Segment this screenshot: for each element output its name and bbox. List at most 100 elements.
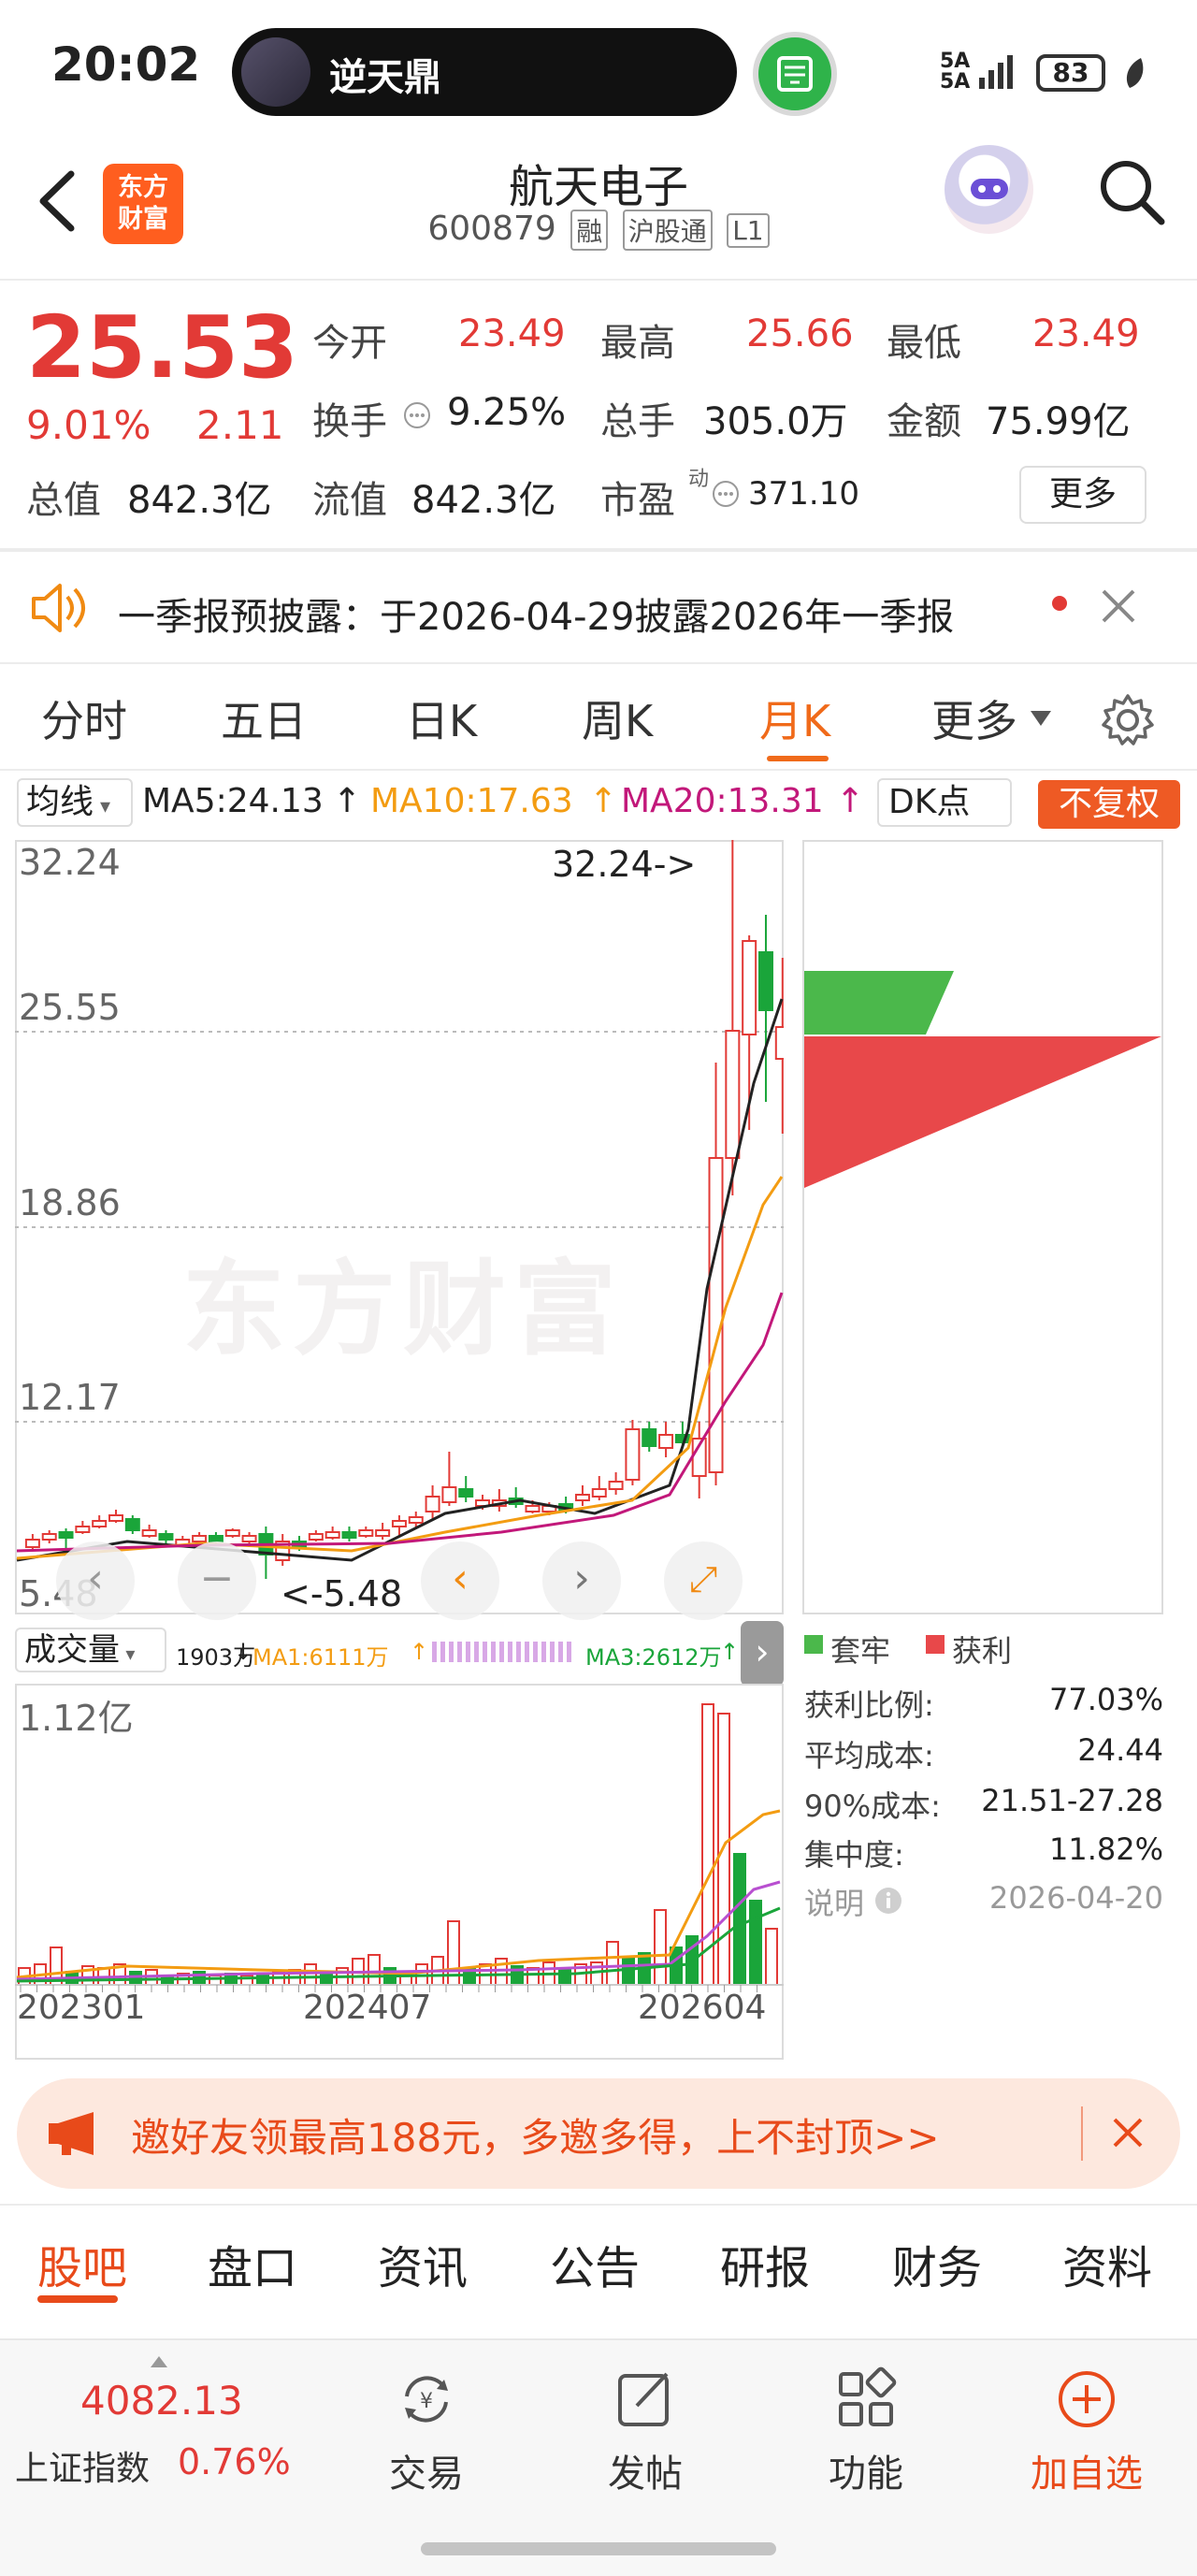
leaf-icon [1126,58,1144,88]
scroll-right-button[interactable]: › [542,1541,621,1620]
tab-research[interactable]: 研报 [720,2231,810,2296]
fullscreen-button[interactable]: ⤢ [664,1541,743,1620]
tag-level: L1 [727,212,770,248]
tab-more[interactable]: 更多 [931,687,1017,749]
candle-body-35 [608,1481,624,1490]
candle-body-24 [425,1496,440,1512]
tab-financials[interactable]: 财务 [892,2231,982,2296]
vol-ma2-placeholder [432,1642,572,1662]
tab-daily-k[interactable]: 日K [406,687,477,749]
grid-icon [839,2366,897,2426]
stat-label-amount: 金额 [887,400,961,443]
volume-indicator-selector[interactable]: 成交量 ▾ [15,1628,166,1672]
dk-point-selector[interactable]: DK点 [877,778,1012,827]
volume-next-indicator-button[interactable]: › [741,1621,784,1686]
x-label-2: 202407 [303,1989,432,2027]
scroll-left-button[interactable]: ‹ [421,1541,499,1620]
max-marker: 32.24-> [552,844,697,885]
tab-announcements[interactable]: 公告 [550,2231,640,2296]
stat-label-mktcap: 总值 [26,479,101,522]
stat-label-pe: 市盈 [600,479,675,522]
app-shortcut-icon[interactable] [753,32,837,116]
search-icon[interactable] [1094,154,1169,229]
nav-functions-label: 功能 [829,2453,903,2496]
home-indicator[interactable] [421,2542,776,2555]
legend-profit-swatch [926,1635,945,1654]
candle-body-3 [75,1526,91,1533]
signal-indicator: 5A 5A [940,51,970,93]
candle-body-25 [441,1486,457,1503]
no-adjust-button[interactable]: 不复权 [1038,780,1180,829]
info-icon[interactable] [873,1886,903,1916]
notice-divider [0,662,1197,664]
volume-bar-22 [368,1954,381,1986]
legend-profit-label: 获利 [952,1633,1013,1669]
index-name[interactable]: 上证指数 [15,2441,150,2490]
volume-bar-34 [558,1967,571,1986]
promo-text[interactable]: 邀好友领最高188元，多邀多得，上不封顶>> [131,2106,940,2164]
change-percent: 9.01% [26,402,151,448]
tab-five-day[interactable]: 五日 [221,687,307,749]
volume-bar-43 [701,1703,714,1986]
assistant-robot-icon[interactable] [945,145,1033,234]
y-label-1: 32.24 [19,842,121,883]
y-label-3: 18.86 [19,1182,121,1223]
zoom-minus-button[interactable]: − [178,1541,256,1620]
notice-unread-dot [1052,596,1067,611]
signal-bottom: 5A [940,70,971,94]
nav-trade[interactable]: ¥ 交易 [352,2366,501,2497]
pill-title: 逆天鼎 [329,56,441,99]
add-circle-icon [1059,2371,1115,2427]
more-quote-button[interactable]: 更多 [1019,466,1147,524]
change-amount: 2.11 [196,402,284,448]
tab-intraday[interactable]: 分时 [41,687,127,749]
zoom-out-button[interactable]: ‹ [56,1541,135,1620]
chip-distribution-panel[interactable] [802,840,1163,1614]
tab-order-book[interactable]: 盘口 [208,2231,297,2296]
chip-profit-area [804,1036,1161,1188]
chip-date: 2026-04-20 [989,1880,1163,1916]
candle-body-22 [391,1520,407,1527]
x-label-3: 202604 [638,1989,767,2027]
tab-news[interactable]: 资讯 [378,2231,468,2296]
tab-profile[interactable]: 资料 [1062,2231,1152,2296]
candle-body-5 [108,1514,123,1522]
info-dots-icon[interactable] [711,479,741,509]
promo-close-icon[interactable] [1111,2116,1145,2149]
avg-cost-label: 平均成本: [804,1738,934,1773]
nav-functions[interactable]: 功能 [791,2366,941,2497]
ma10-value: MA10:17.63 [370,782,573,820]
chip-hold-area [804,971,954,1035]
now-playing-pill[interactable]: 逆天鼎 [232,28,737,116]
kline-chart[interactable] [15,840,784,1614]
nav-post[interactable]: 发帖 [570,2366,720,2497]
ma20-arrow: ↑ [836,782,865,820]
legend-hold-label: 套牢 [830,1633,891,1669]
tab-forum[interactable]: 股吧 [37,2231,127,2296]
tab-weekly-k[interactable]: 周K [582,687,653,749]
y-label-4: 12.17 [19,1377,121,1418]
indicator-selector[interactable]: 均线 ▾ [17,778,133,827]
stat-value-low: 23.49 [1032,312,1140,355]
gear-icon[interactable] [1098,690,1158,750]
header-divider [0,279,1197,281]
notice-text[interactable]: 一季报预披露：于2026-04-29披露2026年一季报 [118,586,954,641]
dk-point-label: DK点 [888,783,971,821]
up-caret-icon [151,2356,167,2367]
stat-value-pe: 371.10 [748,475,859,513]
tab-monthly-k[interactable]: 月K [759,687,830,749]
stat-value-float: 842.3亿 [411,479,556,522]
explain-label[interactable]: 说明 [804,1880,864,1923]
tabs-divider [0,769,1197,771]
ma20-value: MA20:13.31 [621,782,824,820]
close-icon[interactable] [1100,587,1137,625]
candle-body-7 [141,1529,157,1537]
info-dots-icon[interactable] [402,400,432,430]
trade-icon: ¥ [405,2376,448,2423]
x-label-1: 202301 [17,1989,146,2027]
candle-body-36 [625,1428,641,1481]
nav-add-watchlist[interactable]: 加自选 [1012,2366,1161,2497]
index-value[interactable]: 4082.13 [80,2378,243,2424]
candle-body-10 [192,1535,208,1542]
edit-icon [618,2372,669,2426]
